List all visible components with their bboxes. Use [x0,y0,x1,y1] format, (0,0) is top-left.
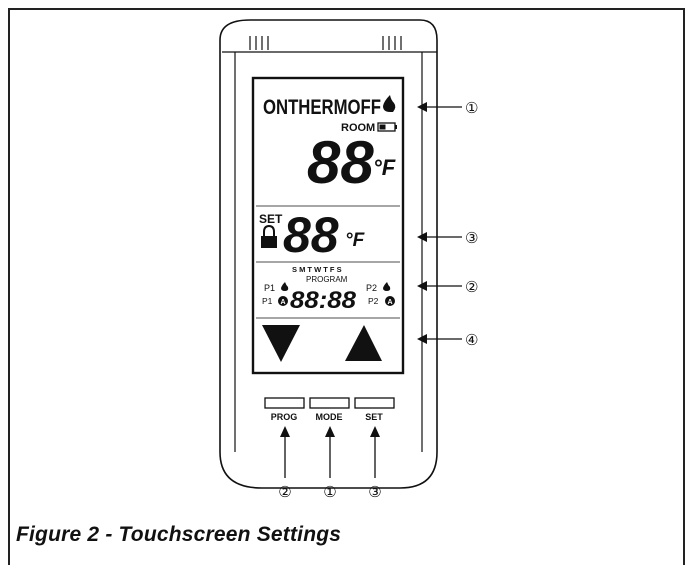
callout-arrow-row: ④ [465,331,478,349]
svg-text:A: A [387,299,392,306]
callout-set-button: ③ [368,483,381,501]
pilot-icon: A [278,296,288,306]
figure-caption: Figure 2 - Touchscreen Settings [16,523,342,546]
callout-set-row: ③ [465,229,478,247]
prog-button-label: PROG [271,412,298,422]
room-temp: 88 [307,129,374,196]
set-temp-unit: °F [345,230,366,251]
program-clock: 88:88 [290,287,357,314]
day-labels: S M T W T F S [292,265,342,274]
figure-frame: ONTHERMOFF ROOM 88 °F SET 88 °F S M T W … [0,0,693,565]
program-label: PROGRAM [306,275,348,284]
mode-text[interactable]: ONTHERMOFF [263,96,381,119]
set-button-label: SET [365,412,383,422]
p2-flame-label: P2 [366,283,377,293]
p1-flame-label: P1 [264,283,275,293]
callout-mode-row: ① [465,99,478,117]
p1-pilot-label: P1 [262,296,273,306]
room-temp-unit: °F [373,155,396,180]
svg-text:A: A [280,299,285,306]
callout-prog-button: ② [278,483,291,501]
set-temp: 88 [283,207,339,263]
pilot-icon: A [385,296,395,306]
set-label: SET [259,212,283,226]
callout-program-row: ② [465,278,478,296]
p2-pilot-label: P2 [368,296,379,306]
mode-button-label: MODE [316,412,343,422]
callout-mode-button: ① [323,483,336,501]
thermostat-diagram: ONTHERMOFF ROOM 88 °F SET 88 °F S M T W … [219,19,478,501]
